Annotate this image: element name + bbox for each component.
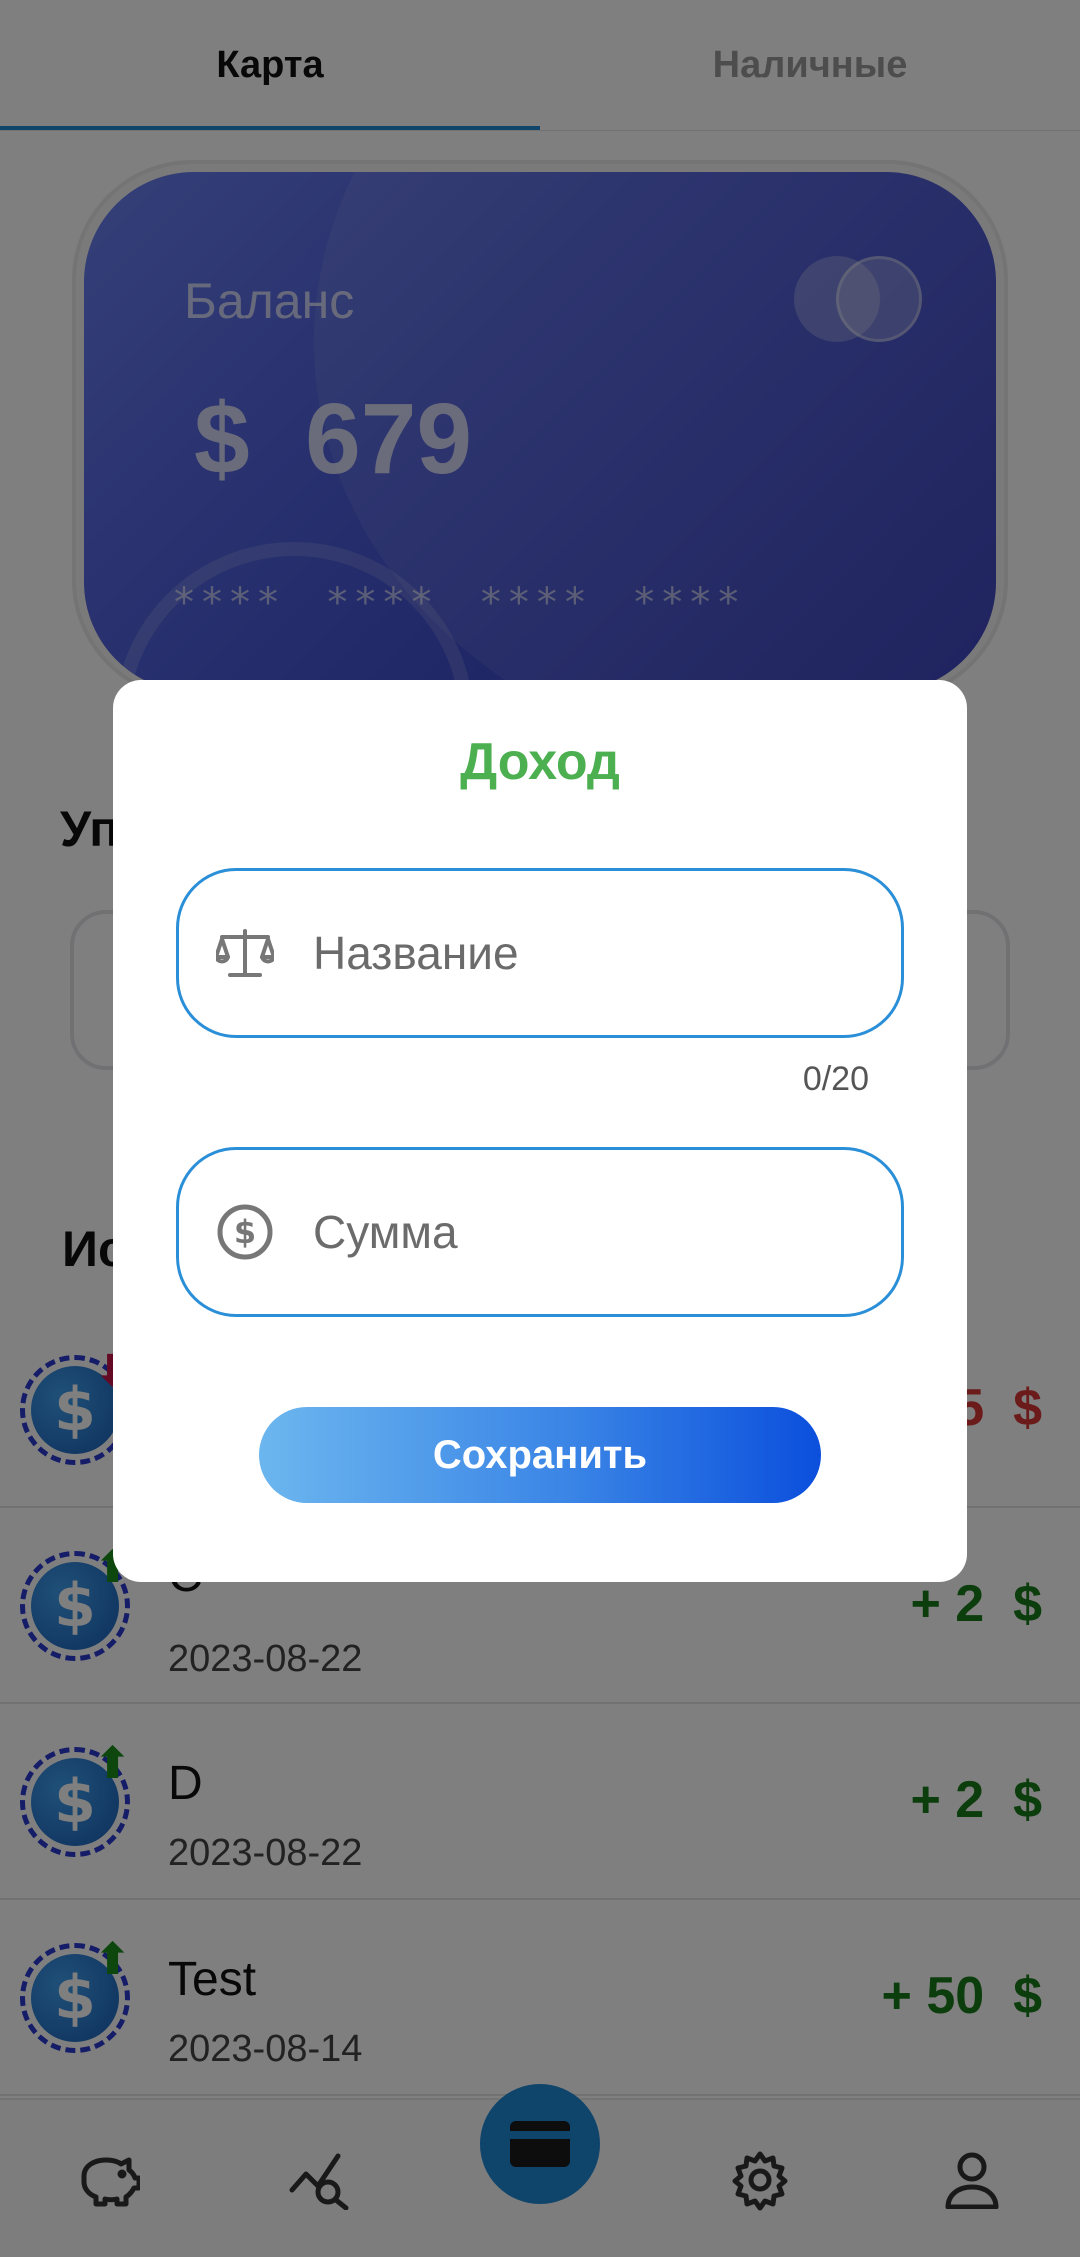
amount-field[interactable]: $ (176, 1147, 904, 1317)
dollar-circle-icon: $ (215, 1202, 275, 1262)
save-button[interactable]: Сохранить (259, 1407, 821, 1503)
svg-text:$: $ (234, 1213, 256, 1251)
name-input[interactable] (313, 926, 873, 980)
name-char-counter: 0/20 (802, 1060, 869, 1098)
amount-input[interactable] (313, 1205, 873, 1259)
income-dialog: Доход 0/20 $ Сохранить (113, 680, 967, 1582)
name-field[interactable] (176, 868, 904, 1038)
scale-icon (215, 923, 275, 983)
dialog-title: Доход (460, 733, 620, 791)
